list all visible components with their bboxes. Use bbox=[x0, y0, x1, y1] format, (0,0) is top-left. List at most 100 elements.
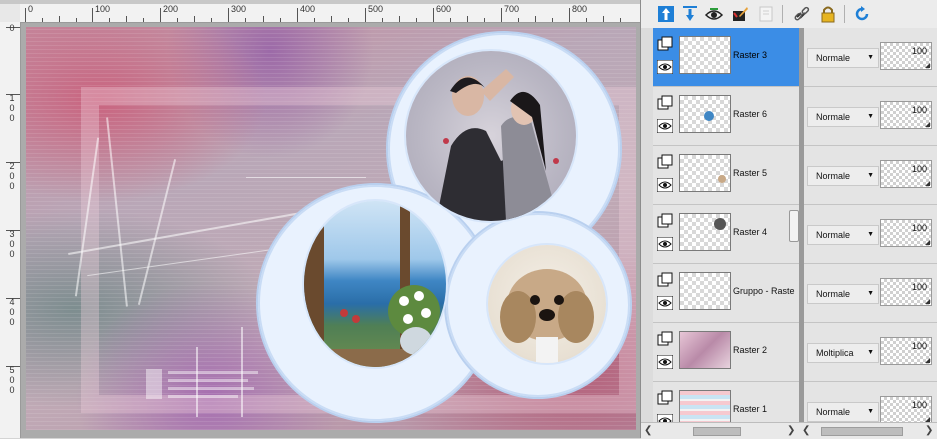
layer-props-row: Normale ▼ 100 bbox=[804, 382, 937, 422]
layer-props-row: Normale ▼ 100 bbox=[804, 264, 937, 323]
dropdown-arrow-icon: ▼ bbox=[867, 172, 874, 179]
toggle-visibility-icon[interactable] bbox=[703, 3, 725, 25]
dropdown-arrow-icon: ▼ bbox=[867, 113, 874, 120]
canvas-area[interactable]: 0 100 200 300 400 500 600 700 800 0 1 0 … bbox=[0, 0, 640, 438]
opacity-field[interactable]: 100 bbox=[880, 160, 932, 188]
ruler-label: 300 bbox=[231, 4, 247, 14]
layer-type-icon bbox=[657, 36, 675, 52]
scroll-left-icon[interactable]: ❮ bbox=[644, 425, 652, 436]
layer-name: Gruppo - Raste bbox=[733, 286, 795, 296]
ruler-label: 0 bbox=[9, 249, 15, 259]
ruler-label: 5 bbox=[9, 365, 15, 375]
layer-row-raster-3[interactable]: Raster 3 bbox=[653, 28, 799, 87]
layer-row-raster-1[interactable]: Raster 1 bbox=[653, 382, 799, 422]
resize-corner-icon bbox=[925, 240, 930, 245]
visibility-eye-icon[interactable] bbox=[656, 236, 675, 252]
visibility-eye-icon[interactable] bbox=[656, 59, 675, 75]
opacity-field[interactable]: 100 bbox=[880, 337, 932, 365]
ruler-label: 0 bbox=[9, 307, 15, 317]
dropdown-arrow-icon: ▼ bbox=[867, 54, 874, 61]
layer-row-raster-2[interactable]: Raster 2 bbox=[653, 323, 799, 382]
scrollbar-thumb[interactable] bbox=[693, 427, 741, 436]
ruler-label: 0 bbox=[9, 239, 15, 249]
toolbar-separator bbox=[782, 5, 783, 23]
layer-properties-scrollbar[interactable]: ❮ ❯ bbox=[799, 422, 937, 439]
new-mask-icon[interactable] bbox=[755, 3, 777, 25]
scrollbar-thumb[interactable] bbox=[821, 427, 903, 436]
sketch-line bbox=[246, 177, 366, 178]
dropdown-arrow-icon: ▼ bbox=[867, 408, 874, 415]
layer-name: Raster 3 bbox=[733, 50, 768, 60]
dropdown-arrow-icon: ▼ bbox=[867, 349, 874, 356]
vertical-ruler: 0 1 0 0 2 0 0 3 0 0 4 0 0 5 0 0 bbox=[0, 22, 21, 438]
layer-type-icon bbox=[657, 213, 675, 229]
layer-name: Raster 4 bbox=[733, 227, 768, 237]
layer-thumbnail bbox=[679, 154, 731, 192]
layer-type-icon bbox=[657, 390, 675, 406]
ruler-label: 4 bbox=[9, 297, 15, 307]
ruler-label: 0 bbox=[9, 113, 15, 123]
layer-props-row: Normale ▼ 100 bbox=[804, 87, 937, 146]
link-icon[interactable] bbox=[791, 3, 813, 25]
move-layer-up-icon[interactable] bbox=[655, 3, 677, 25]
resize-corner-icon bbox=[925, 358, 930, 363]
layer-row-gruppo-raster[interactable]: Gruppo - Raste bbox=[653, 264, 799, 323]
panel-splitter-handle[interactable] bbox=[789, 210, 799, 242]
opacity-field[interactable]: 100 bbox=[880, 278, 932, 306]
ruler-label: 0 bbox=[9, 317, 15, 327]
layer-name: Raster 1 bbox=[733, 404, 768, 414]
layer-props-row: Normale ▼ 100 bbox=[804, 146, 937, 205]
scroll-right-icon[interactable]: ❯ bbox=[925, 425, 933, 436]
visibility-eye-icon[interactable] bbox=[656, 177, 675, 193]
layer-thumbnail bbox=[679, 36, 731, 74]
layer-type-icon bbox=[657, 272, 675, 288]
ruler-corner bbox=[0, 4, 21, 23]
layer-props-row: Moltiplica ▼ 100 bbox=[804, 323, 937, 382]
blend-mode-select[interactable]: Normale ▼ bbox=[807, 284, 879, 304]
ruler-label: 0 bbox=[9, 385, 15, 395]
visibility-eye-icon[interactable] bbox=[656, 295, 675, 311]
visibility-eye-icon[interactable] bbox=[656, 354, 675, 370]
opacity-field[interactable]: 100 bbox=[880, 396, 932, 422]
move-layer-down-icon[interactable] bbox=[679, 3, 701, 25]
blend-mode-select[interactable]: Normale ▼ bbox=[807, 48, 879, 68]
lock-icon[interactable] bbox=[817, 3, 839, 25]
layer-row-raster-4[interactable]: Raster 4 bbox=[653, 205, 799, 264]
layer-thumbnail bbox=[679, 95, 731, 133]
blend-mode-select[interactable]: Normale ▼ bbox=[807, 166, 879, 186]
layer-properties: Normale ▼ 100 Normale ▼ 100 Normale ▼ 100 N… bbox=[799, 28, 937, 422]
visibility-eye-icon[interactable] bbox=[656, 413, 675, 422]
ruler-label: 800 bbox=[572, 4, 588, 14]
watermark-block bbox=[146, 367, 266, 410]
ruler-label: 0 bbox=[9, 375, 15, 385]
blend-mode-select[interactable]: Moltiplica ▼ bbox=[807, 343, 879, 363]
opacity-field[interactable]: 100 bbox=[880, 219, 932, 247]
layer-thumbnail bbox=[679, 390, 731, 422]
layer-list-scrollbar[interactable]: ❮ ❯ bbox=[641, 422, 799, 439]
ruler-label: 200 bbox=[163, 4, 179, 14]
layer-list[interactable]: Raster 3 Raster 6 Raster 5 Raster 4 Grup… bbox=[653, 28, 799, 422]
resize-corner-icon bbox=[925, 122, 930, 127]
layer-props-row: Normale ▼ 100 bbox=[804, 205, 937, 264]
opacity-field[interactable]: 100 bbox=[880, 101, 932, 129]
blend-mode-select[interactable]: Normale ▼ bbox=[807, 107, 879, 127]
dropdown-arrow-icon: ▼ bbox=[867, 231, 874, 238]
layer-name: Raster 5 bbox=[733, 168, 768, 178]
layers-toolbar bbox=[641, 0, 937, 29]
ruler-label: 600 bbox=[436, 4, 452, 14]
scroll-right-icon[interactable]: ❯ bbox=[787, 425, 795, 436]
scroll-left-icon[interactable]: ❮ bbox=[802, 425, 810, 436]
blend-mode-select[interactable]: Normale ▼ bbox=[807, 402, 879, 422]
image-canvas[interactable] bbox=[26, 27, 636, 430]
layer-row-raster-6[interactable]: Raster 6 bbox=[653, 87, 799, 146]
refresh-icon[interactable] bbox=[851, 3, 873, 25]
resize-corner-icon bbox=[925, 299, 930, 304]
layer-row-raster-5[interactable]: Raster 5 bbox=[653, 146, 799, 205]
edit-selection-icon[interactable] bbox=[729, 3, 751, 25]
visibility-eye-icon[interactable] bbox=[656, 118, 675, 134]
blend-mode-select[interactable]: Normale ▼ bbox=[807, 225, 879, 245]
ruler-label: 500 bbox=[368, 4, 384, 14]
layer-thumbnail bbox=[679, 272, 731, 310]
opacity-field[interactable]: 100 bbox=[880, 42, 932, 70]
horizontal-ruler: 0 100 200 300 400 500 600 700 800 bbox=[20, 4, 640, 23]
